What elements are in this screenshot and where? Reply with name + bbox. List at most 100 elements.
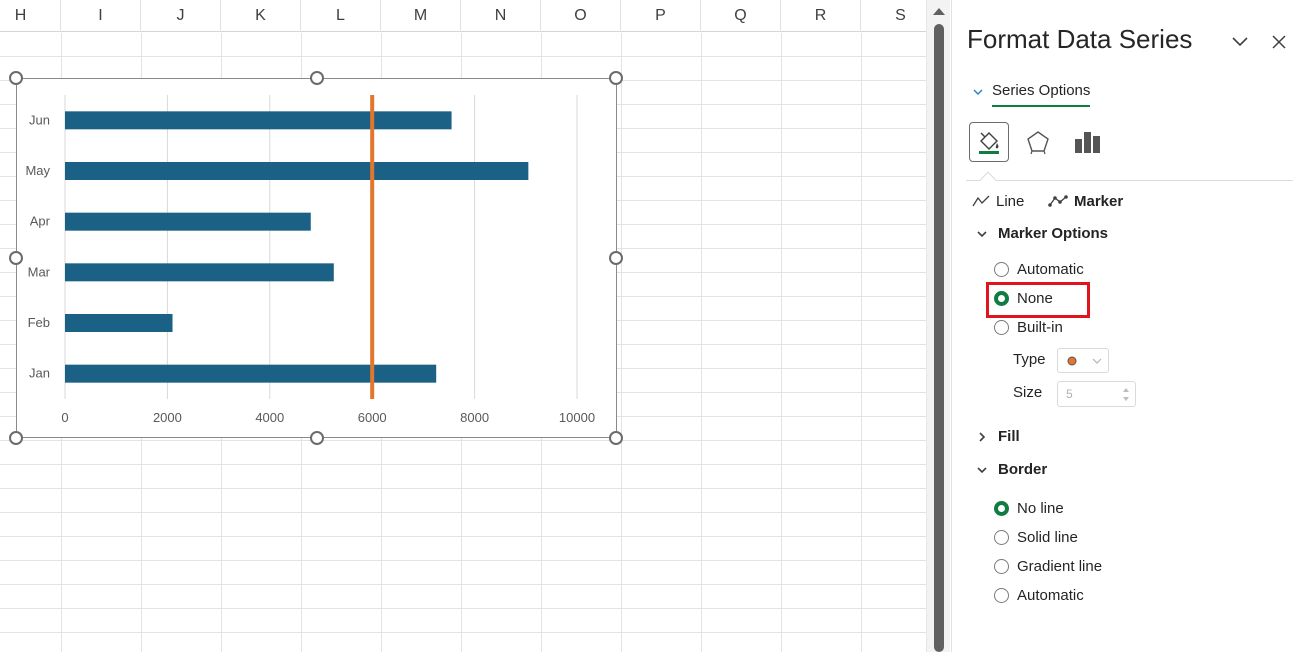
bar-chart[interactable]: 0 2000 4000 6000 8000 10000 Jan Feb Mar Apr May Jun (16, 78, 617, 438)
close-pane-button[interactable] (1265, 28, 1293, 56)
y-tick-label: May (25, 163, 50, 178)
radio-border-no-line-label: No line (1017, 499, 1064, 517)
chevron-down-icon (1092, 358, 1102, 364)
spin-down-icon[interactable] (1123, 397, 1129, 401)
column-header-q[interactable]: Q (701, 0, 781, 32)
resize-handle-left[interactable] (9, 251, 23, 265)
line-icon (972, 195, 990, 207)
column-gridline (621, 33, 622, 652)
radio-circle-selected[interactable] (994, 500, 1009, 516)
subtab-line-label: Line (996, 192, 1025, 210)
radio-circle[interactable] (994, 558, 1009, 574)
column-header-n[interactable]: N (461, 0, 541, 32)
resize-handle-bottom-left[interactable] (9, 431, 23, 445)
section-fill[interactable]: Fill (976, 428, 1020, 445)
x-tick-label: 6000 (358, 410, 387, 425)
scrollbar-thumb[interactable] (934, 24, 944, 652)
column-header-r[interactable]: R (781, 0, 861, 32)
effects-category-button[interactable] (1018, 122, 1058, 162)
radio-marker-built-in-label: Built-in (1017, 318, 1063, 336)
column-header-l[interactable]: L (301, 0, 381, 32)
pentagon-icon (1027, 131, 1049, 155)
bar[interactable] (65, 111, 452, 130)
resize-handle-right[interactable] (609, 251, 623, 265)
row-gridline (0, 440, 926, 441)
radio-marker-automatic[interactable]: Automatic (994, 258, 1084, 280)
radio-circle[interactable] (994, 319, 1009, 335)
radio-circle[interactable] (994, 529, 1009, 545)
resize-handle-top[interactable] (310, 71, 324, 85)
fill-line-category-button[interactable] (969, 122, 1009, 162)
radio-border-gradient-line[interactable]: Gradient line (994, 555, 1102, 577)
marker-size-value: 5 (1066, 387, 1073, 401)
bar-chart-icon (1075, 132, 1100, 153)
row-gridline (0, 632, 926, 633)
chevron-down-icon (1232, 37, 1248, 47)
section-marker-options[interactable]: Marker Options (976, 225, 1108, 242)
radio-border-automatic[interactable]: Automatic (994, 584, 1084, 606)
bar[interactable] (65, 263, 334, 282)
column-header-m[interactable]: M (381, 0, 461, 32)
spin-up-icon[interactable] (1123, 388, 1129, 392)
type-label: Type (1013, 351, 1046, 368)
x-tick-label: 0 (61, 410, 68, 425)
pane-options-button[interactable] (1226, 28, 1254, 56)
chevron-down-icon (977, 230, 987, 237)
marker-type-dropdown[interactable] (1057, 348, 1109, 373)
radio-border-gradient-line-label: Gradient line (1017, 557, 1103, 575)
row-gridline (0, 488, 926, 489)
chevron-right-icon (979, 431, 986, 442)
tab-series-options-label: Series Options (992, 77, 1091, 107)
radio-border-no-line[interactable]: No line (994, 497, 1064, 519)
column-header-k[interactable]: K (221, 0, 301, 32)
column-header-p[interactable]: P (621, 0, 701, 32)
size-label: Size (1013, 384, 1043, 401)
marker-size-spinner[interactable]: 5 (1057, 381, 1136, 407)
subtab-marker[interactable]: Marker (1048, 190, 1123, 212)
radio-border-solid-line-label: Solid line (1017, 528, 1078, 546)
format-data-series-pane: Format Data Series Series Options Line M… (951, 0, 1306, 652)
row-gridline (0, 584, 926, 585)
section-border[interactable]: Border (976, 461, 1047, 478)
column-header-h[interactable]: H (0, 0, 61, 32)
column-gridline (861, 33, 862, 652)
vertical-scrollbar[interactable] (926, 0, 950, 652)
column-header-i[interactable]: I (61, 0, 141, 32)
x-tick-label: 4000 (255, 410, 284, 425)
close-icon (1272, 35, 1286, 49)
y-tick-label: Feb (28, 315, 50, 330)
marker-preview-icon (1067, 356, 1077, 365)
scroll-up-arrow-icon[interactable] (933, 8, 945, 15)
bar[interactable] (65, 212, 311, 231)
y-tick-label: Apr (30, 214, 51, 229)
series-options-category-button[interactable] (1068, 122, 1108, 162)
column-header-o[interactable]: O (541, 0, 621, 32)
radio-marker-built-in[interactable]: Built-in (994, 316, 1063, 338)
column-header-s[interactable]: S (861, 0, 926, 32)
radio-border-solid-line[interactable]: Solid line (994, 526, 1078, 548)
resize-handle-top-left[interactable] (9, 71, 23, 85)
pane-title: Format Data Series (967, 24, 1193, 54)
y-tick-label: Mar (28, 264, 51, 279)
tab-series-options[interactable]: Series Options (972, 76, 1091, 108)
radio-border-automatic-label: Automatic (1017, 586, 1084, 604)
row-gridline (0, 560, 926, 561)
radio-circle[interactable] (994, 261, 1009, 277)
worksheet[interactable]: H I J K L M N O P Q R S 0 2000 4000 6000 800… (0, 0, 926, 652)
radio-circle[interactable] (994, 587, 1009, 603)
bar[interactable] (65, 162, 529, 180)
column-gridline (701, 33, 702, 652)
bar[interactable] (65, 314, 173, 332)
x-tick-label: 2000 (153, 410, 182, 425)
chart-plot-area[interactable]: 0 2000 4000 6000 8000 10000 Jan Feb Mar Apr May Jun (17, 79, 618, 439)
resize-handle-bottom-right[interactable] (609, 431, 623, 445)
section-marker-options-label: Marker Options (998, 225, 1109, 242)
column-header-j[interactable]: J (141, 0, 221, 32)
y-tick-label: Jun (29, 112, 50, 127)
bar[interactable] (65, 364, 437, 383)
section-fill-label: Fill (998, 428, 1020, 445)
resize-handle-bottom[interactable] (310, 431, 324, 445)
subtab-line[interactable]: Line (972, 190, 1024, 212)
resize-handle-top-right[interactable] (609, 71, 623, 85)
x-tick-label: 10000 (559, 410, 595, 425)
